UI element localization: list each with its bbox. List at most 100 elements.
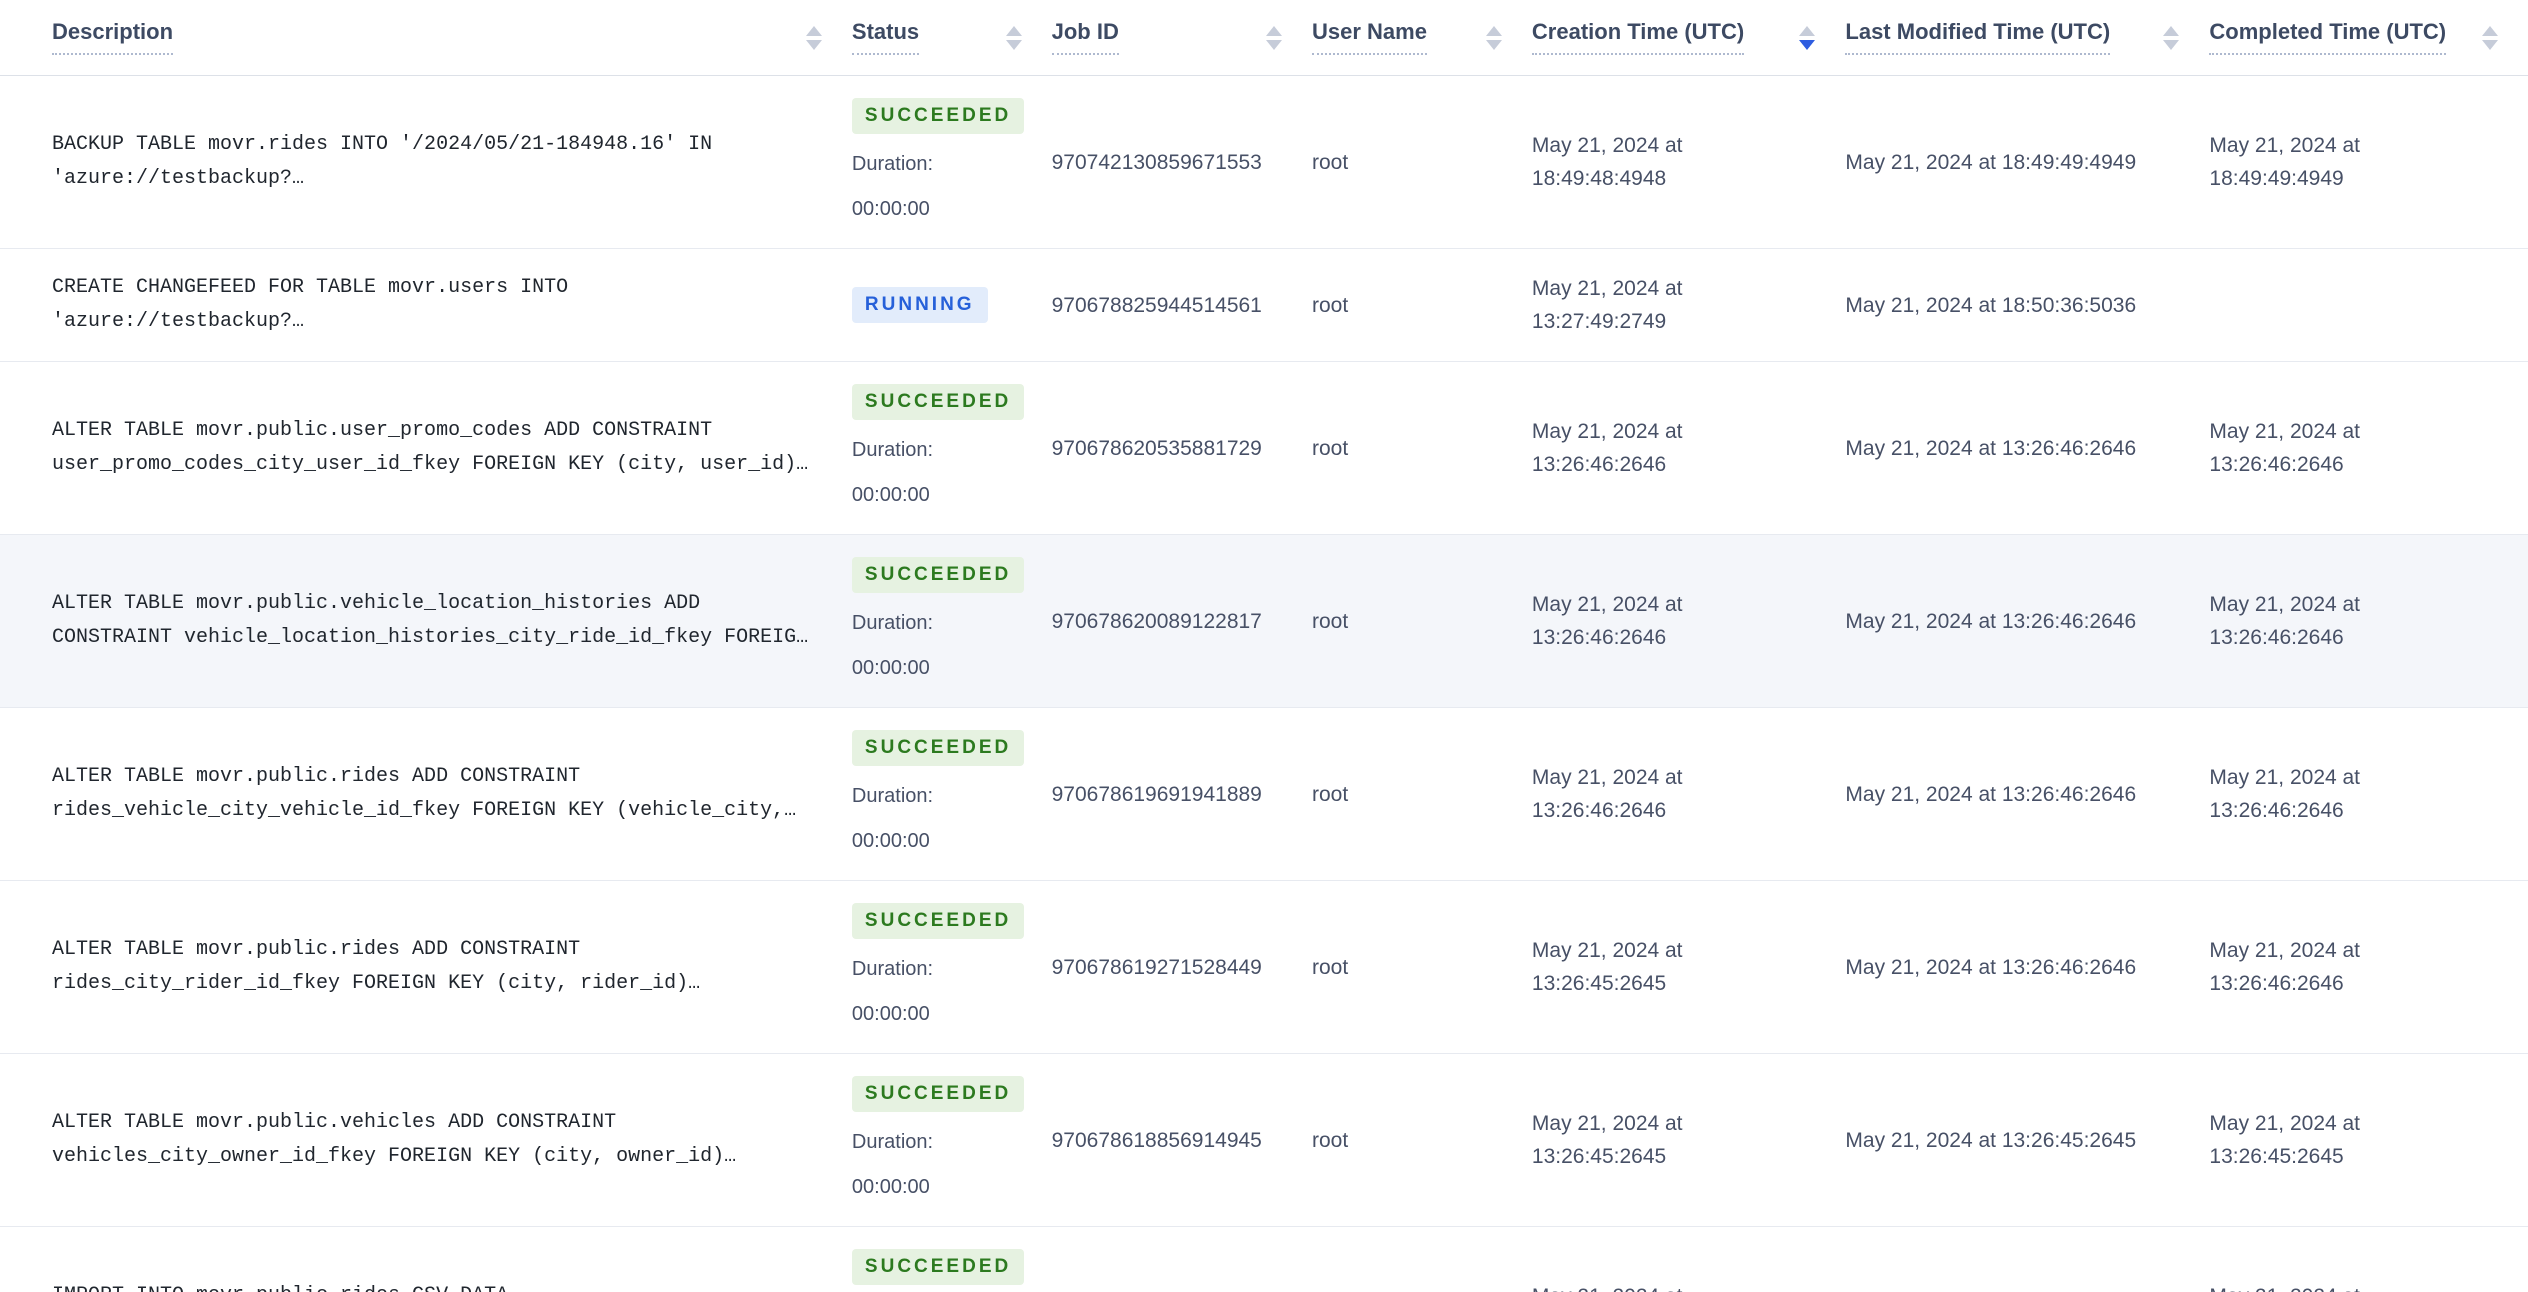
- job-duration: Duration: 00:00:00: [852, 780, 1022, 858]
- job-id: 970678618856914945: [1051, 1128, 1262, 1152]
- status-badge: SUCCEEDED: [851, 98, 1025, 134]
- job-completed-time: May 21, 2024 at 13:26:46:2646: [2209, 766, 2361, 822]
- column-header-creation_time[interactable]: Creation Time (UTC): [1531, 19, 1845, 56]
- duration-value: 00:00:00: [851, 1003, 930, 1025]
- job-id: 970742130859671553: [1051, 150, 1262, 174]
- job-status-cell: SUCCEEDED Duration: 00:00:00: [851, 98, 1052, 226]
- job-last-modified-time: May 21, 2024 at 13:26:46:2646: [1845, 955, 2137, 979]
- job-creation-time: May 21, 2024 at 13:26:46:2646: [1531, 593, 1683, 649]
- job-status-cell: SUCCEEDED Duration: 00:00:00: [851, 384, 1052, 512]
- job-completed-time: May 21, 2024 at 13:26:46:2646: [2209, 939, 2361, 995]
- column-header-label: Last Modified Time (UTC): [1845, 19, 2111, 56]
- status-badge: SUCCEEDED: [851, 557, 1025, 593]
- status-badge: SUCCEEDED: [851, 730, 1025, 766]
- duration-value: 00:00:00: [851, 1176, 930, 1198]
- duration-value: 00:00:00: [851, 830, 930, 852]
- table-body: BACKUP TABLE movr.rides INTO '/2024/05/2…: [0, 76, 2528, 1292]
- sort-arrows-icon: [2163, 25, 2180, 50]
- column-header-description[interactable]: Description: [0, 19, 852, 56]
- job-duration: Duration: 00:00:00: [852, 148, 1022, 226]
- job-completed-time: May 21, 2024 at 13:26:46:2646: [2209, 420, 2361, 476]
- column-header-label: Job ID: [1051, 19, 1119, 56]
- job-description: ALTER TABLE movr.public.user_promo_codes…: [52, 419, 809, 476]
- job-last-modified-time: May 21, 2024 at 13:26:46:2646: [1845, 609, 2137, 633]
- sort-arrows-icon: [1485, 25, 1502, 50]
- job-description: BACKUP TABLE movr.rides INTO '/2024/05/2…: [52, 133, 713, 190]
- duration-label: Duration:: [851, 612, 934, 634]
- column-header-status[interactable]: Status: [851, 19, 1052, 56]
- jobs-table: Description Status Job ID User Name Creation…: [0, 0, 2528, 1292]
- duration-value: 00:00:00: [851, 657, 930, 679]
- job-creation-time: May 21, 2024 at 18:49:48:4948: [1531, 134, 1683, 190]
- job-completed-time: May 21, 2024 at 13:26:45:2645: [2209, 1112, 2361, 1168]
- table-row[interactable]: ALTER TABLE movr.public.vehicle_location…: [0, 535, 2528, 708]
- job-description: ALTER TABLE movr.public.rides ADD CONSTR…: [52, 765, 797, 822]
- table-row[interactable]: IMPORT INTO movr.public.rides CSV DATA (…: [0, 1227, 2528, 1292]
- column-header-last_modified_time[interactable]: Last Modified Time (UTC): [1845, 19, 2209, 56]
- column-header-label: Completed Time (UTC): [2209, 19, 2447, 56]
- job-description: CREATE CHANGEFEED FOR TABLE movr.users I…: [52, 276, 569, 333]
- duration-label: Duration:: [851, 153, 934, 175]
- job-id: 970678619691941889: [1051, 782, 1262, 806]
- status-badge: SUCCEEDED: [851, 1076, 1025, 1112]
- job-user-name: root: [1312, 293, 1349, 317]
- job-status-cell: SUCCEEDED Duration: 00:00:00: [851, 557, 1052, 685]
- job-id: 970678619271528449: [1051, 955, 1262, 979]
- job-user-name: root: [1312, 150, 1349, 174]
- duration-label: Duration:: [851, 785, 934, 807]
- job-status-cell: SUCCEEDED Duration: 00:00:00: [851, 730, 1052, 858]
- job-id: 970678620535881729: [1051, 436, 1262, 460]
- job-duration: Duration: 00:00:00: [852, 1126, 1022, 1204]
- column-header-label: Description: [52, 19, 174, 56]
- job-description: ALTER TABLE movr.public.vehicle_location…: [52, 592, 809, 649]
- table-header-row: Description Status Job ID User Name Creation…: [0, 0, 2528, 76]
- table-row[interactable]: ALTER TABLE movr.public.rides ADD CONSTR…: [0, 881, 2528, 1054]
- column-header-label: Status: [851, 19, 920, 56]
- job-user-name: root: [1312, 782, 1349, 806]
- duration-value: 00:00:00: [851, 484, 930, 506]
- sort-arrows-icon: [805, 25, 822, 50]
- job-last-modified-time: May 21, 2024 at 18:49:49:4949: [1845, 150, 2137, 174]
- duration-label: Duration:: [851, 958, 934, 980]
- column-header-completed_time[interactable]: Completed Time (UTC): [2209, 19, 2528, 56]
- job-status-cell: RUNNING: [851, 287, 1052, 323]
- job-duration: Duration: 00:00:00: [852, 607, 1022, 685]
- job-user-name: root: [1312, 1128, 1349, 1152]
- table-row[interactable]: BACKUP TABLE movr.rides INTO '/2024/05/2…: [0, 76, 2528, 249]
- column-header-user_name[interactable]: User Name: [1312, 19, 1532, 56]
- job-status-cell: SUCCEEDED Duration: 00:00:00: [851, 1249, 1052, 1292]
- job-creation-time: May 21, 2024 at 13:26:45:2645: [1531, 939, 1683, 995]
- job-user-name: root: [1312, 955, 1349, 979]
- job-user-name: root: [1312, 609, 1349, 633]
- job-creation-time: May 21, 2024 at 13:26:46:2646: [1531, 420, 1683, 476]
- job-last-modified-time: May 21, 2024 at 13:26:46:2646: [1845, 782, 2137, 806]
- job-description: IMPORT INTO movr.public.rides CSV DATA (…: [0, 1279, 852, 1292]
- status-badge: SUCCEEDED: [851, 384, 1025, 420]
- sort-arrows-icon: [1266, 25, 1282, 50]
- table-row[interactable]: ALTER TABLE movr.public.rides ADD CONSTR…: [0, 708, 2528, 881]
- status-badge: SUCCEEDED: [851, 1249, 1025, 1285]
- job-user-name: root: [1312, 436, 1349, 460]
- table-row[interactable]: CREATE CHANGEFEED FOR TABLE movr.users I…: [0, 249, 2528, 362]
- sort-arrows-icon: [1799, 25, 1816, 50]
- job-creation-time: May 21, 2024 at 13:26:43:2643: [1532, 1280, 1845, 1292]
- column-header-label: Creation Time (UTC): [1531, 19, 1745, 56]
- sort-arrows-icon: [1005, 25, 1022, 50]
- sort-arrows-icon: [2481, 25, 2498, 50]
- job-last-modified-time: May 21, 2024 at 13:26:46:2646: [1845, 436, 2137, 460]
- job-completed-time: May 21, 2024 at 18:49:49:4949: [2209, 134, 2361, 190]
- column-header-job_id[interactable]: Job ID: [1051, 19, 1312, 56]
- status-badge: SUCCEEDED: [851, 903, 1025, 939]
- duration-label: Duration:: [851, 439, 934, 461]
- job-status-cell: SUCCEEDED Duration: 00:00:00: [851, 903, 1052, 1031]
- job-completed-time: May 21, 2024 at 13:26:44:2644: [2209, 1280, 2528, 1292]
- job-creation-time: May 21, 2024 at 13:26:45:2645: [1531, 1112, 1683, 1168]
- job-duration: Duration: 00:00:00: [852, 953, 1022, 1031]
- table-row[interactable]: ALTER TABLE movr.public.vehicles ADD CON…: [0, 1054, 2528, 1227]
- column-header-label: User Name: [1312, 19, 1427, 56]
- job-id: 970678620089122817: [1051, 609, 1262, 633]
- job-duration: Duration: 00:00:00: [852, 434, 1022, 512]
- table-row[interactable]: ALTER TABLE movr.public.user_promo_codes…: [0, 362, 2528, 535]
- status-badge: RUNNING: [851, 287, 988, 323]
- job-status-cell: SUCCEEDED Duration: 00:00:00: [851, 1076, 1052, 1204]
